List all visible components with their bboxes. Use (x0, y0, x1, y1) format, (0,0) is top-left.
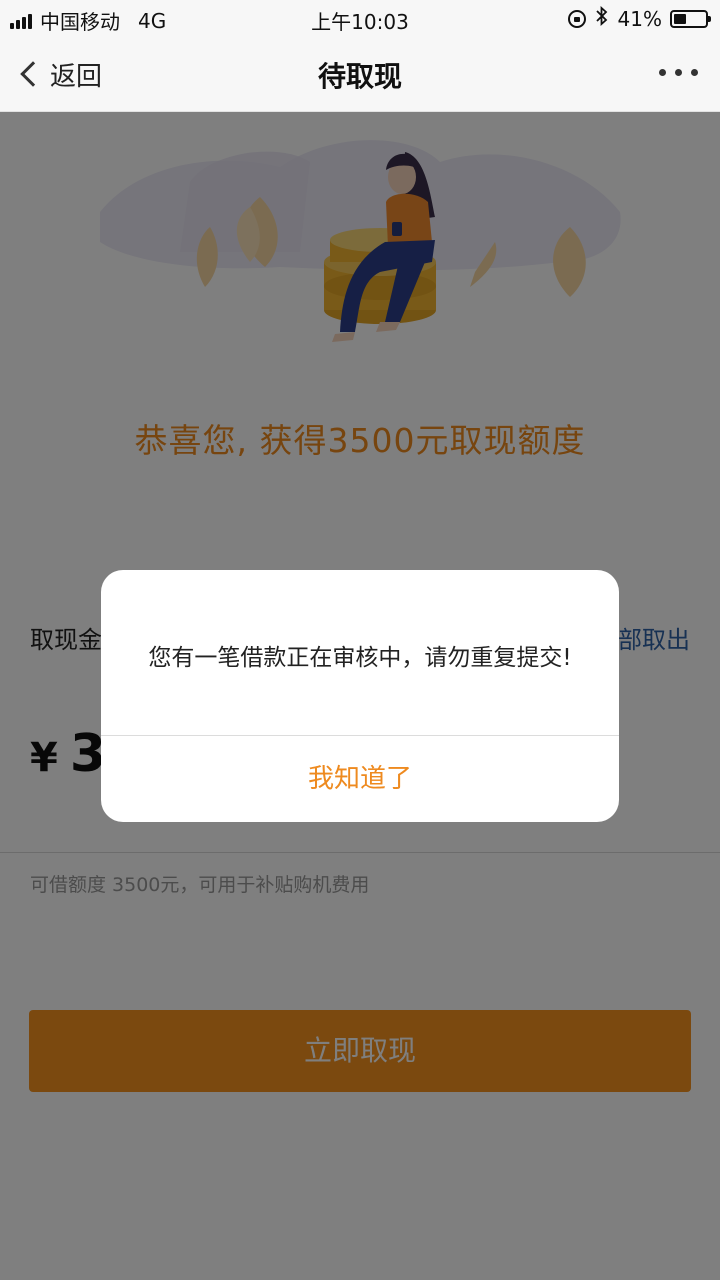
status-bar: 中国移动 4G 上午10:03 41% (0, 0, 720, 36)
alert-message: 您有一笔借款正在审核中，请勿重复提交! (148, 645, 572, 671)
status-right: 41% (567, 5, 711, 31)
lock-rotation-icon (567, 9, 586, 28)
battery-fill (674, 13, 686, 24)
battery-icon (670, 9, 711, 28)
page-title: 待取现 (317, 60, 402, 93)
battery-percent: 41% (617, 6, 662, 31)
nav-bar: 返回 待取现 (0, 36, 720, 112)
alert-dialog: 您有一笔借款正在审核中，请勿重复提交! 我知道了 (101, 570, 619, 822)
bluetooth-icon (595, 5, 608, 31)
confirm-button[interactable]: 我知道了 (101, 736, 619, 822)
page: 中国移动 4G 上午10:03 41% 返回 待取现 您有一笔借款正在审核中，请… (0, 0, 720, 1280)
more-dots-icon[interactable] (650, 69, 698, 76)
